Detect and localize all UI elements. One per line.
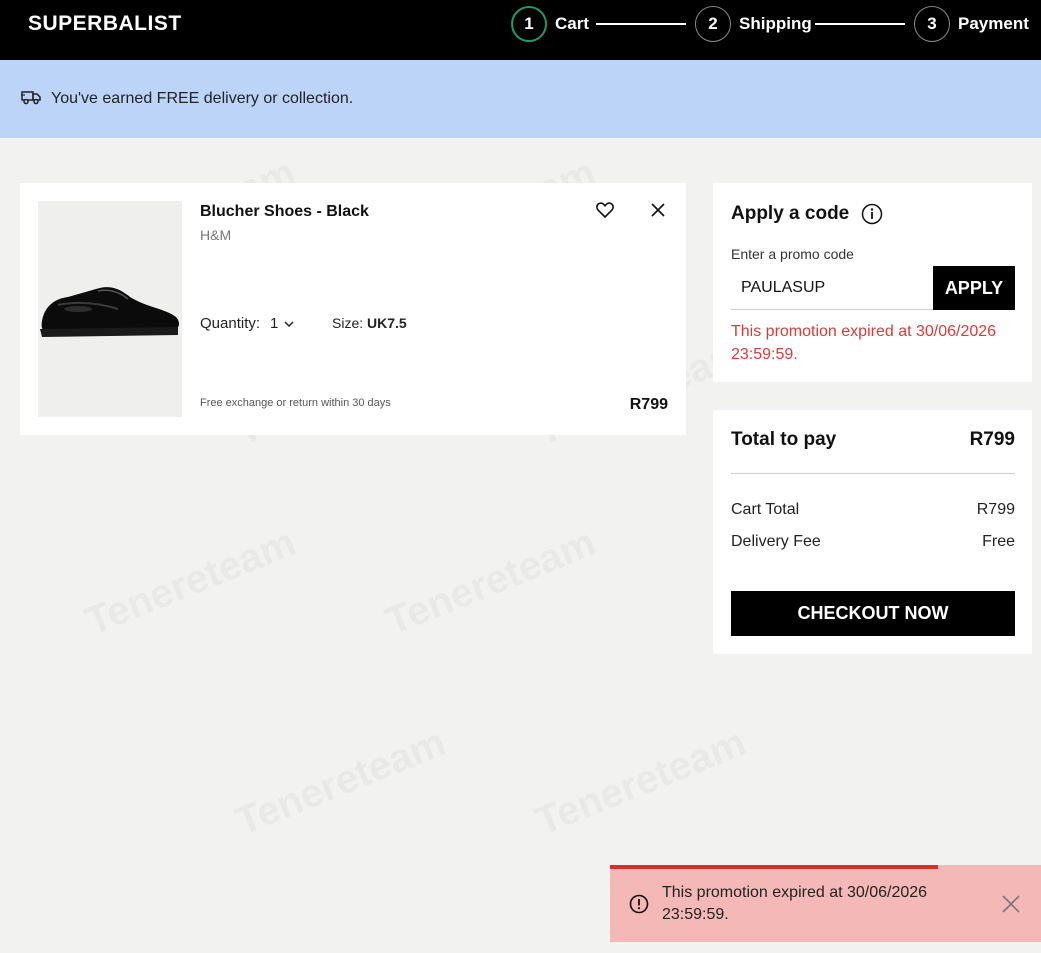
step-number: 1: [511, 6, 547, 42]
promo-code-card: Apply a code Enter a promo code APPLY Th…: [713, 183, 1032, 382]
close-icon[interactable]: [1000, 893, 1022, 915]
divider: [731, 473, 1015, 474]
step-number: 3: [914, 6, 950, 42]
product-image[interactable]: [38, 201, 182, 417]
quantity-selector[interactable]: Quantity: 1: [200, 315, 294, 332]
banner-text: You've earned FREE delivery or collectio…: [51, 90, 354, 107]
promo-input-label: Enter a promo code: [731, 246, 854, 262]
cart-total-value: R799: [976, 501, 1015, 518]
free-delivery-banner: You've earned FREE delivery or collectio…: [0, 60, 1041, 138]
step-label: Payment: [958, 14, 1029, 33]
quantity-label: Quantity:: [200, 315, 261, 332]
top-header: SUPERBALIST 1 Cart 2 Shipping 3 Payment: [0, 0, 1041, 60]
error-toast: This promotion expired at 30/06/2026 23:…: [610, 865, 1041, 942]
size-label: Size:: [332, 315, 364, 331]
wishlist-heart-icon[interactable]: [594, 199, 616, 221]
step-shipping: 2 Shipping: [695, 6, 812, 42]
step-cart[interactable]: 1 Cart: [511, 6, 589, 42]
promo-code-input[interactable]: [731, 266, 933, 310]
size-value: UK7.5: [367, 315, 407, 331]
order-summary-card: Total to pay R799 Cart Total R799 Delive…: [713, 410, 1032, 654]
info-icon[interactable]: [861, 203, 883, 230]
cart-total-label: Cart Total: [731, 501, 800, 518]
step-connector: [815, 23, 905, 25]
product-title[interactable]: Blucher Shoes - Black: [200, 203, 369, 221]
product-brand: H&M: [200, 227, 232, 243]
step-connector: [596, 23, 686, 25]
watermark: Tenereteam: [530, 720, 752, 845]
quantity-value: 1: [270, 315, 279, 332]
watermark: Tenereteam: [230, 720, 452, 845]
total-to-pay-value: R799: [969, 429, 1015, 450]
site-logo[interactable]: SUPERBALIST: [28, 12, 182, 36]
watermark: Tenereteam: [80, 520, 302, 645]
remove-item-close-icon[interactable]: [647, 199, 669, 221]
chevron-down-icon: [284, 315, 294, 332]
promo-title: Apply a code: [731, 203, 850, 224]
toast-message: This promotion expired at 30/06/2026 23:…: [662, 884, 928, 923]
size-info: Size: UK7.5: [332, 315, 407, 331]
item-price: R799: [629, 396, 668, 413]
step-payment: 3 Payment: [914, 6, 1029, 42]
cart-item-card: Blucher Shoes - Black H&M Quantity: 1 Si…: [20, 183, 686, 435]
watermark: Tenereteam: [380, 520, 602, 645]
delivery-fee-value: Free: [982, 533, 1015, 550]
delivery-fee-label: Delivery Fee: [731, 533, 821, 550]
step-number: 2: [695, 6, 731, 42]
promo-error-message: This promotion expired at 30/06/2026 23:…: [731, 323, 997, 363]
toast-progress-bar: [610, 865, 938, 869]
delivery-truck-icon: [21, 89, 41, 110]
return-policy-note: Free exchange or return within 30 days: [200, 397, 391, 409]
total-to-pay-label: Total to pay: [731, 429, 837, 450]
checkout-now-button[interactable]: CHECKOUT NOW: [731, 591, 1015, 636]
alert-circle-icon: [629, 894, 649, 919]
step-label: Cart: [555, 14, 590, 33]
step-label: Shipping: [739, 14, 812, 33]
apply-button[interactable]: APPLY: [933, 266, 1015, 310]
